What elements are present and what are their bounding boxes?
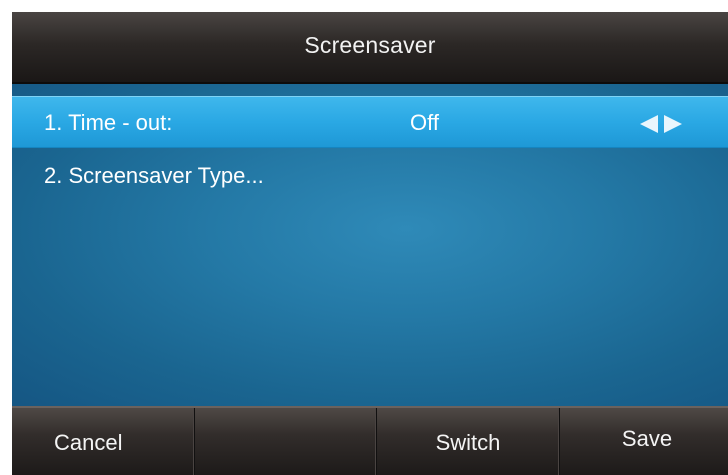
softkey-label: Cancel bbox=[54, 430, 123, 455]
phone-screen: Screensaver 1. Time - out: Off 2. Screen… bbox=[12, 12, 728, 475]
menu-item-label: 1. Time - out: bbox=[44, 110, 173, 135]
cancel-button[interactable]: Cancel bbox=[12, 408, 195, 475]
softkey-label: Switch bbox=[435, 430, 501, 455]
timeout-value: Off bbox=[410, 110, 439, 135]
softkey-label: Save bbox=[621, 426, 673, 451]
softkey-empty[interactable] bbox=[195, 408, 377, 475]
value-switch-arrows[interactable] bbox=[640, 113, 696, 135]
title-bar: Screensaver bbox=[12, 12, 728, 84]
menu-item-screensaver-type[interactable]: 2. Screensaver Type... bbox=[12, 150, 728, 202]
menu-item-timeout[interactable]: 1. Time - out: Off bbox=[12, 96, 728, 148]
triangle-left-icon[interactable] bbox=[640, 115, 658, 133]
softkey-bar: Cancel Switch Save bbox=[12, 406, 728, 475]
switch-button[interactable]: Switch bbox=[377, 408, 560, 475]
page-title: Screensaver bbox=[304, 32, 436, 58]
menu-list: 1. Time - out: Off 2. Screensaver Type..… bbox=[12, 84, 728, 406]
save-button[interactable]: Save bbox=[560, 408, 728, 475]
triangle-right-icon[interactable] bbox=[664, 115, 682, 133]
menu-item-label: 2. Screensaver Type... bbox=[44, 163, 264, 188]
